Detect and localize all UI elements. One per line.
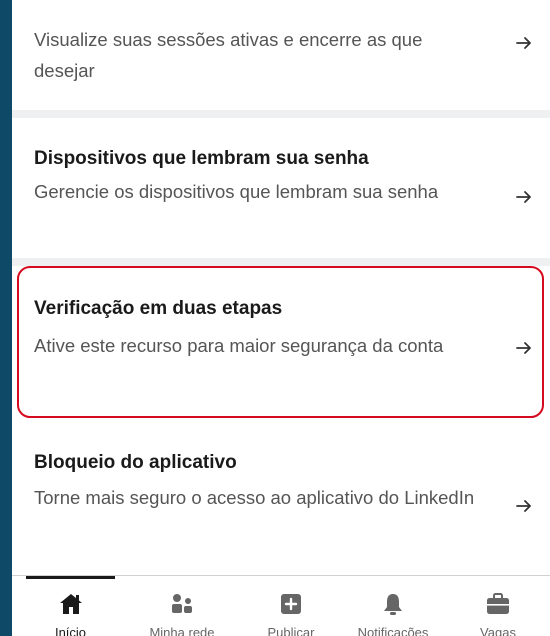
app-lock-item[interactable]: Bloqueio do aplicativo Torne mais seguro… — [12, 420, 550, 575]
post-icon — [281, 594, 301, 614]
active-sessions-description: Visualize suas sessões ativas e encerre … — [34, 29, 423, 81]
security-settings-panel: Visualize suas sessões ativas e encerre … — [12, 0, 550, 636]
arrow-right-icon — [516, 37, 531, 49]
tab-label: Início — [54, 625, 87, 636]
tab-home[interactable]: Início — [26, 576, 115, 636]
bell-icon — [384, 594, 402, 615]
tab-my-network[interactable]: Minha rede — [132, 576, 232, 636]
active-sessions-item[interactable]: Visualize suas sessões ativas e encerre … — [12, 0, 550, 110]
remembered-devices-description: Gerencie os dispositivos que lembram sua… — [34, 181, 439, 202]
home-icon — [59, 594, 82, 614]
app-lock-description: Torne mais seguro o acesso ao aplicativo… — [34, 487, 475, 508]
remembered-devices-item[interactable]: Dispositivos que lembram sua senha Geren… — [12, 118, 550, 258]
section-divider — [12, 110, 550, 118]
tab-jobs[interactable]: Vagas — [460, 576, 536, 636]
tab-label: Publicar — [267, 625, 315, 636]
tab-label: Minha rede — [149, 625, 215, 636]
highlight-box — [17, 266, 544, 418]
section-divider — [12, 258, 550, 266]
bottom-tab-bar: Início Minha rede Publicar Notificações … — [12, 575, 550, 636]
remembered-devices-title: Dispositivos que lembram sua senha — [34, 148, 369, 169]
briefcase-icon — [487, 593, 509, 614]
tab-label: Notificações — [357, 625, 429, 636]
tab-post[interactable]: Publicar — [246, 576, 336, 636]
tab-notifications[interactable]: Notificações — [338, 576, 448, 636]
arrow-right-icon — [516, 191, 531, 203]
arrow-right-icon — [516, 500, 531, 512]
network-icon — [172, 594, 192, 613]
tab-label: Vagas — [480, 625, 516, 636]
app-lock-title: Bloqueio do aplicativo — [34, 452, 237, 473]
